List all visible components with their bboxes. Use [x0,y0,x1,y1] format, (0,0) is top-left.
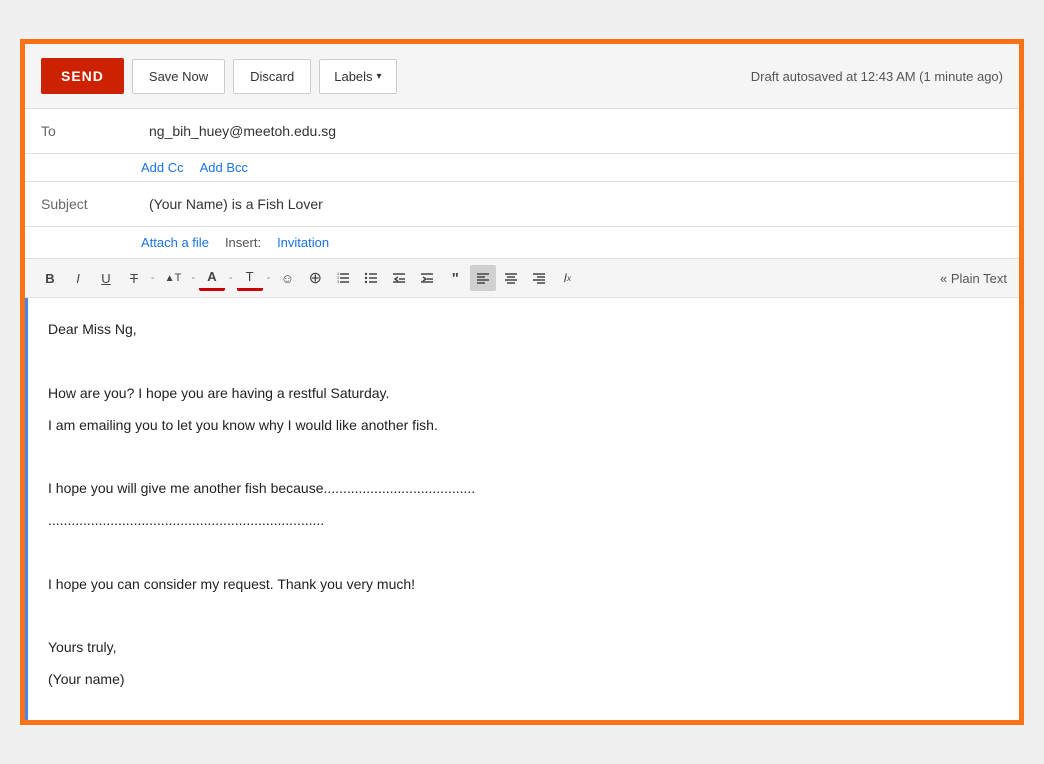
indent-more-button[interactable] [414,265,440,291]
save-now-button[interactable]: Save Now [132,59,225,94]
body-line7: ........................................… [48,509,999,533]
align-right-button[interactable] [526,265,552,291]
attach-row: Attach a file Insert: Invitation [25,227,1019,259]
text-color-button[interactable]: T [237,265,263,291]
discard-button[interactable]: Discard [233,59,311,94]
italic-button[interactable]: I [65,265,91,291]
subject-input[interactable] [141,182,1003,226]
add-bcc-button[interactable]: Add Bcc [200,160,248,175]
font-color-button[interactable]: A [199,265,225,291]
email-body[interactable]: Dear Miss Ng, How are you? I hope you ar… [25,298,1019,720]
body-line9: I hope you can consider my request. Than… [48,573,999,597]
body-line5 [48,445,999,469]
send-button[interactable]: SEND [41,58,124,94]
fmt-separator4: - [265,272,273,284]
body-line6: I hope you will give me another fish bec… [48,477,999,501]
blockquote-button[interactable]: " [442,265,468,291]
link-button[interactable]: ⊕ [302,265,328,291]
draft-status: Draft autosaved at 12:43 AM (1 minute ag… [751,69,1003,84]
align-left-button[interactable] [470,265,496,291]
body-line1: Dear Miss Ng, [48,318,999,342]
fmt-separator2: - [189,272,197,284]
to-row: To [25,109,1019,154]
labels-button[interactable]: Labels ▾ [319,59,396,94]
to-input[interactable] [141,109,1003,153]
insert-label: Insert: [225,235,261,250]
body-line4: I am emailing you to let you know why I … [48,414,999,438]
plain-text-button[interactable]: « Plain Text [940,271,1007,286]
bullet-list-button[interactable] [358,265,384,291]
remove-formatting-button[interactable]: Ix [554,265,580,291]
chevron-down-icon: ▾ [377,71,382,82]
fmt-separator3: - [227,272,235,284]
email-compose-window: SEND Save Now Discard Labels ▾ Draft aut… [20,39,1024,725]
indent-less-button[interactable] [386,265,412,291]
add-cc-button[interactable]: Add Cc [141,160,184,175]
emoji-button[interactable]: ☺ [274,265,300,291]
subject-row: Subject [25,182,1019,227]
numbered-list-button[interactable]: 123 [330,265,356,291]
cc-bcc-row: Add Cc Add Bcc [25,154,1019,182]
strikethrough-button[interactable]: T [121,265,147,291]
subject-label: Subject [41,182,141,226]
body-line8 [48,541,999,565]
body-line2 [48,350,999,374]
insert-invitation-button[interactable]: Invitation [277,235,329,250]
compose-form: To Add Cc Add Bcc Subject Attach a file … [25,109,1019,720]
svg-text:3: 3 [337,279,340,284]
body-line11: Yours truly, [48,636,999,660]
font-size-button[interactable]: ▲T [159,265,188,291]
compose-toolbar: SEND Save Now Discard Labels ▾ Draft aut… [25,44,1019,109]
formatting-toolbar: B I U T - ▲T - A - T - ☺ ⊕ 123 [25,259,1019,298]
fmt-separator1: - [149,272,157,284]
to-label: To [41,109,141,153]
bold-button[interactable]: B [37,265,63,291]
body-line12: (Your name) [48,668,999,692]
body-line10 [48,604,999,628]
attach-file-button[interactable]: Attach a file [141,235,209,250]
body-line3: How are you? I hope you are having a res… [48,382,999,406]
underline-button[interactable]: U [93,265,119,291]
align-center-button[interactable] [498,265,524,291]
